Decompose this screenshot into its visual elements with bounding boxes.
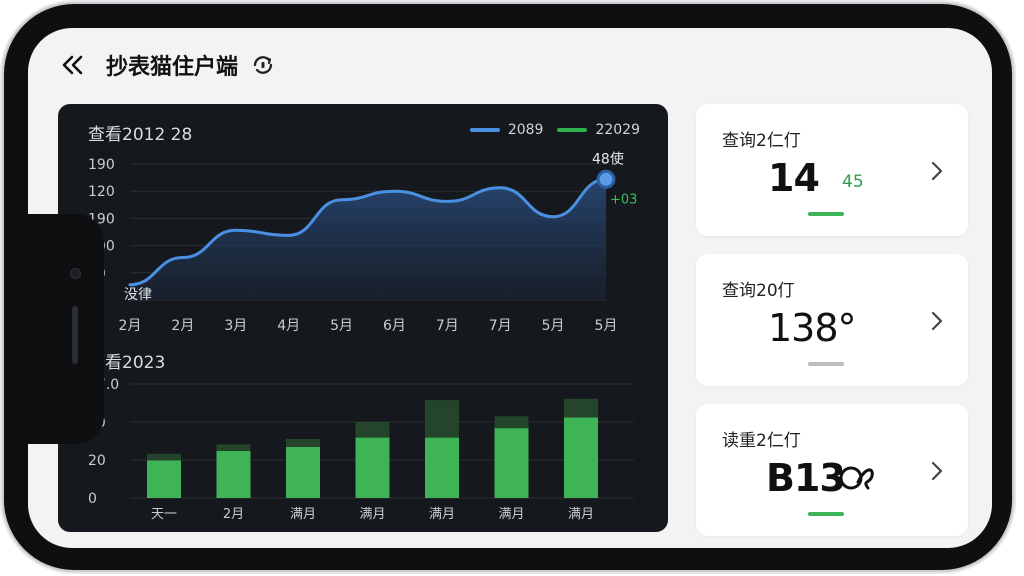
meter-card-3[interactable]: 读重2仁仃 B13: [696, 404, 968, 536]
back-button[interactable]: [58, 50, 88, 80]
card-indicator: [808, 512, 844, 516]
start-label: 没律: [124, 287, 152, 303]
meter-card-1[interactable]: 查询2仁仃 14 45: [696, 104, 968, 236]
y-tick-label: 0: [88, 491, 97, 507]
x-tick-label: 2月: [223, 507, 244, 522]
y-tick-label: 20: [88, 453, 106, 469]
data-point-marker: [596, 169, 616, 189]
chevron-right-icon: [931, 161, 943, 181]
x-tick-label: 7月: [489, 318, 512, 334]
x-tick-label: 满月: [359, 507, 385, 522]
x-tick-label: 满月: [429, 507, 455, 522]
bar: [216, 451, 251, 498]
area-fill: [130, 179, 606, 300]
bar: [564, 417, 598, 498]
legend-item-series-1[interactable]: 2089: [469, 122, 544, 138]
card-value: 14: [768, 156, 820, 200]
sync-button[interactable]: [250, 52, 276, 78]
back-chevron-icon: [62, 55, 83, 75]
bar: [286, 447, 320, 498]
x-tick-label: 5月: [595, 318, 618, 334]
y-tick-label: 190: [88, 157, 115, 173]
app-screen: 抄表猫住户端 查看2012 28 2089 22029 190120190100…: [28, 28, 992, 548]
bar: [425, 437, 459, 498]
card-indicator: [808, 212, 844, 216]
chart-legend[interactable]: 2089 22029: [469, 122, 640, 138]
legend-label: 22029: [595, 122, 640, 138]
x-tick-label: 2月: [171, 318, 194, 334]
x-tick-label: 满月: [290, 507, 316, 522]
x-tick-label: 6月: [383, 318, 406, 334]
card-open-button[interactable]: [928, 310, 946, 332]
bar: [147, 460, 181, 498]
line-chart[interactable]: 19012019010020d48使+03没律2月2月3月4月5月6月7月7月5…: [58, 144, 668, 374]
card-label: 读重2仁仃: [722, 431, 801, 451]
chevron-right-icon: [931, 461, 943, 481]
sensor-bar: [72, 306, 78, 364]
x-tick-label: 2月: [119, 318, 142, 334]
point-annotation: 48使: [592, 150, 624, 167]
card-label: 查询2仁仃: [722, 131, 801, 151]
card-label: 查询20仃: [722, 281, 795, 301]
x-tick-label: 3月: [224, 318, 247, 334]
x-tick-label: 5月: [542, 318, 565, 334]
card-value: B13: [766, 456, 846, 500]
bar: [494, 428, 529, 498]
card-indicator: [808, 362, 844, 366]
bar: [355, 437, 390, 498]
phone-notch: [28, 214, 104, 444]
chevron-right-icon: [931, 311, 943, 331]
gauge-icon: [839, 466, 874, 490]
x-tick-label: 7月: [436, 318, 459, 334]
camera-dot: [70, 268, 81, 279]
x-tick-label: 满月: [568, 507, 594, 522]
legend-item-series-2[interactable]: 22029: [557, 122, 640, 138]
card-open-button[interactable]: [928, 160, 946, 182]
page-title: 抄表猫住户端: [106, 55, 239, 80]
legend-swatch-green: [557, 128, 588, 132]
x-tick-label: 4月: [277, 318, 300, 334]
sync-icon: [253, 56, 273, 74]
app-header: 抄表猫住户端: [58, 50, 276, 80]
charts-panel: 查看2012 28 2089 22029 19012019010020d48使+…: [58, 104, 668, 532]
meter-card-2[interactable]: 查询20仃 138°: [696, 254, 968, 386]
line-chart-title: 查看2012 28: [88, 125, 193, 145]
card-open-button[interactable]: [928, 460, 946, 482]
legend-swatch-blue: [469, 128, 500, 132]
bar-chart[interactable]: 17.050200天一2月满月满月满月满月满月: [58, 372, 668, 532]
y-tick-label: 120: [88, 184, 115, 200]
card-value: 138°: [768, 306, 857, 350]
x-tick-label: 天一: [151, 507, 177, 522]
point-delta: +03: [610, 192, 637, 207]
x-tick-label: 5月: [330, 318, 353, 334]
x-tick-label: 满月: [498, 507, 524, 522]
legend-label: 2089: [507, 122, 544, 138]
card-delta: 45: [842, 172, 864, 192]
